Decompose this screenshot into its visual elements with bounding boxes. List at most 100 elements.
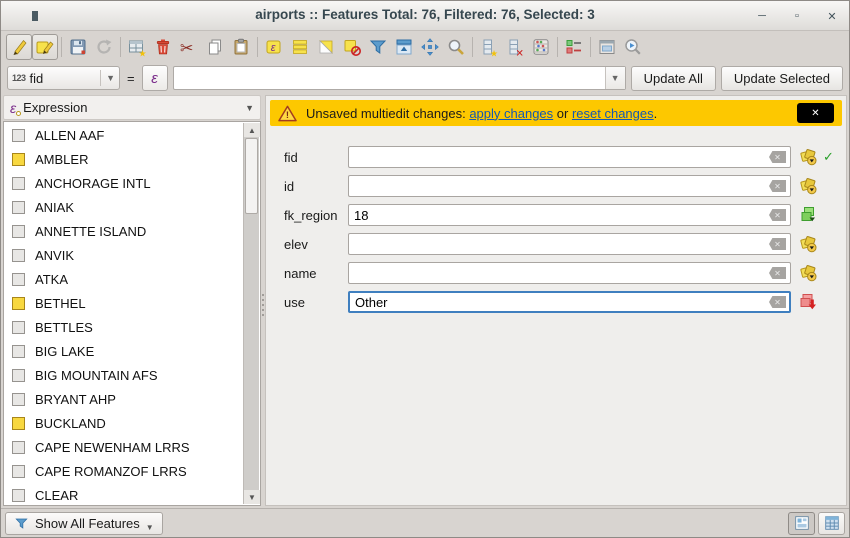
clear-field-icon[interactable] — [769, 267, 786, 279]
minimize-icon[interactable]: ─ — [755, 9, 769, 23]
feature-selected-checkbox[interactable] — [12, 201, 25, 214]
clear-field-icon[interactable] — [769, 180, 786, 192]
multiedit-pending-red-icon[interactable] — [799, 292, 819, 312]
update-all-button[interactable]: Update All — [631, 66, 716, 91]
pan-to-selection-button[interactable] — [417, 34, 443, 60]
conditional-formatting-button[interactable] — [561, 34, 587, 60]
feature-selected-checkbox[interactable] — [12, 129, 25, 142]
close-icon[interactable]: ✕ — [825, 9, 839, 23]
zoom-to-selection-button[interactable] — [443, 34, 469, 60]
multiedit-apply-green-icon[interactable] — [799, 205, 819, 225]
fk_region-field[interactable] — [348, 204, 791, 226]
maximize-icon[interactable]: ▫ — [790, 9, 804, 23]
reset-changes-link[interactable]: reset changes — [572, 106, 654, 121]
feature-list-item[interactable]: ANVIK — [5, 243, 243, 267]
field-calculator-button[interactable] — [528, 34, 554, 60]
table-view-button[interactable] — [818, 512, 845, 535]
field-label-fid: fid — [284, 150, 348, 165]
clear-field-icon[interactable] — [769, 209, 786, 221]
banner-close-button[interactable]: ✕ — [797, 103, 834, 123]
feature-list-item[interactable]: BIG MOUNTAIN AFS — [5, 363, 243, 387]
copy-icon — [205, 37, 225, 57]
cut-button[interactable]: ✂ — [176, 34, 202, 60]
vertical-scrollbar[interactable]: ▲ ▼ — [243, 123, 259, 504]
feature-list-item[interactable]: ATKA — [5, 267, 243, 291]
feature-list-item[interactable]: BUCKLAND — [5, 411, 243, 435]
unsaved-changes-banner: ! Unsaved multiedit changes: apply chang… — [270, 100, 842, 126]
scroll-down-icon[interactable]: ▼ — [244, 490, 260, 504]
expression-builder-button[interactable]: ε — [142, 65, 168, 91]
feature-selected-checkbox[interactable] — [12, 441, 25, 454]
clear-field-icon[interactable] — [769, 151, 786, 163]
filter-icon — [14, 516, 29, 531]
apply-changes-link[interactable]: apply changes — [469, 106, 553, 121]
multiedit-tag-icon[interactable] — [799, 263, 819, 283]
feature-list-item[interactable]: BRYANT AHP — [5, 387, 243, 411]
paste-button[interactable] — [228, 34, 254, 60]
field-selector-combo[interactable]: 123 fid ▼ — [7, 66, 120, 90]
feature-filter-combo[interactable]: ε Expression ▼ — [3, 95, 261, 120]
fid-field[interactable] — [348, 146, 791, 168]
filter-by-form-button[interactable] — [365, 34, 391, 60]
feature-selected-checkbox[interactable] — [12, 321, 25, 334]
feature-selected-checkbox[interactable] — [12, 177, 25, 190]
feature-selected-checkbox[interactable] — [12, 489, 25, 502]
feature-selected-checkbox[interactable] — [12, 273, 25, 286]
feature-selected-checkbox[interactable] — [12, 465, 25, 478]
feature-list-item[interactable]: ANCHORAGE INTL — [5, 171, 243, 195]
form-view-button[interactable] — [788, 512, 815, 535]
feature-selected-checkbox[interactable] — [12, 393, 25, 406]
toggle-editing-button[interactable] — [6, 34, 32, 60]
new-field-button[interactable]: ★ — [476, 34, 502, 60]
feature-selected-checkbox[interactable] — [12, 153, 25, 166]
clear-field-icon[interactable] — [769, 296, 786, 308]
toggle-multiedit-button[interactable] — [32, 34, 58, 60]
search-settings-button[interactable] — [620, 34, 646, 60]
feature-list-item[interactable]: BIG LAKE — [5, 339, 243, 363]
feature-selected-checkbox[interactable] — [12, 297, 25, 310]
elev-field[interactable] — [348, 233, 791, 255]
multiedit-tag-icon[interactable] — [799, 176, 819, 196]
feature-list-item[interactable]: CAPE NEWENHAM LRRS — [5, 435, 243, 459]
update-selected-button[interactable]: Update Selected — [721, 66, 843, 91]
feature-selected-checkbox[interactable] — [12, 249, 25, 262]
copy-button[interactable] — [202, 34, 228, 60]
move-selection-to-top-button[interactable] — [391, 34, 417, 60]
invert-selection-button[interactable] — [313, 34, 339, 60]
save-edits-button[interactable] — [65, 34, 91, 60]
deselect-all-button[interactable] — [339, 34, 365, 60]
use-field[interactable] — [348, 291, 791, 313]
feature-list-item[interactable]: AMBLER — [5, 147, 243, 171]
scroll-up-icon[interactable]: ▲ — [244, 123, 260, 137]
multiedit-tag-icon[interactable] — [799, 147, 819, 167]
save-icon — [68, 37, 88, 57]
add-feature-button[interactable]: ★ — [124, 34, 150, 60]
feature-list-item[interactable]: ALLEN AAF — [5, 123, 243, 147]
multiedit-tag-icon[interactable] — [799, 234, 819, 254]
feature-list-item[interactable]: ANNETTE ISLAND — [5, 219, 243, 243]
feature-selected-checkbox[interactable] — [12, 225, 25, 238]
name-field[interactable] — [348, 262, 791, 284]
feature-selected-checkbox[interactable] — [12, 345, 25, 358]
zoom-selection-icon — [446, 37, 466, 57]
clear-field-icon[interactable] — [769, 238, 786, 250]
feature-list-item[interactable]: BETHEL — [5, 291, 243, 315]
expression-history-dropdown[interactable]: ▼ — [605, 67, 625, 89]
field-label-fk_region: fk_region — [284, 208, 348, 223]
feature-list-item[interactable]: ANIAK — [5, 195, 243, 219]
expression-input[interactable] — [174, 68, 605, 88]
feature-list-item[interactable]: CLEAR — [5, 483, 243, 506]
feature-list-item[interactable]: CAPE ROMANZOF LRRS — [5, 459, 243, 483]
feature-selected-checkbox[interactable] — [12, 369, 25, 382]
show-all-features-button[interactable]: Show All Features ▼ — [5, 512, 163, 535]
dock-attribute-table-button[interactable] — [594, 34, 620, 60]
scrollbar-thumb[interactable] — [245, 138, 258, 214]
delete-selected-button[interactable] — [150, 34, 176, 60]
id-field[interactable] — [348, 175, 791, 197]
feature-selected-checkbox[interactable] — [12, 417, 25, 430]
delete-field-button[interactable]: ✕ — [502, 34, 528, 60]
toolbar-separator — [61, 37, 62, 57]
select-by-expression-button[interactable]: ε — [261, 34, 287, 60]
feature-list-item[interactable]: BETTLES — [5, 315, 243, 339]
select-all-button[interactable] — [287, 34, 313, 60]
